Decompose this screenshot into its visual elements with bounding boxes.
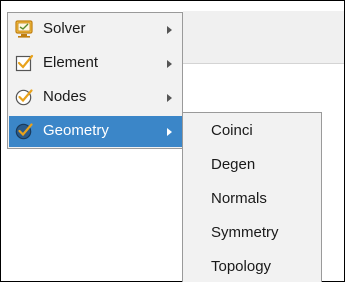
- geometry-submenu: Coinci Degen Normals Symmetry Topology: [182, 112, 322, 282]
- submenu-item-symmetry[interactable]: Symmetry: [183, 216, 321, 250]
- menu-item-nodes[interactable]: Nodes: [9, 82, 182, 113]
- submenu-item-degen[interactable]: Degen: [183, 148, 321, 182]
- solver-monitor-icon: [15, 20, 33, 38]
- submenu-item-normals[interactable]: Normals: [183, 182, 321, 216]
- menu-item-label: Nodes: [43, 88, 87, 105]
- submenu-item-label: Symmetry: [211, 224, 279, 241]
- menu-item-element[interactable]: Element: [9, 48, 182, 79]
- element-checkbox-icon: [15, 54, 34, 72]
- submenu-item-label: Degen: [211, 156, 256, 173]
- submenu-item-label: Coinci: [211, 122, 253, 139]
- menu-item-label: Solver: [43, 20, 86, 37]
- submenu-item-label: Topology: [211, 258, 272, 275]
- submenu-item-coinci[interactable]: Coinci: [183, 114, 321, 148]
- chevron-right-icon: [167, 26, 172, 34]
- geometry-check-circle-icon: [15, 123, 33, 140]
- menu-item-label: Geometry: [43, 122, 109, 139]
- chevron-right-icon: [167, 94, 172, 102]
- chevron-right-icon: [167, 128, 172, 136]
- chevron-right-icon: [167, 60, 172, 68]
- background-toolbar-strip: [183, 11, 344, 64]
- nodes-check-circle-icon: [15, 89, 33, 106]
- menu-item-solver[interactable]: Solver: [9, 14, 182, 45]
- menu-item-geometry[interactable]: Geometry: [9, 116, 182, 147]
- submenu-item-label: Normals: [211, 190, 267, 207]
- menu-item-label: Element: [43, 54, 99, 71]
- submenu-item-topology[interactable]: Topology: [183, 250, 321, 282]
- window-frame: Solver Element Nodes Geometry Coinci Deg…: [0, 0, 345, 282]
- context-menu: Solver Element Nodes Geometry: [7, 12, 183, 149]
